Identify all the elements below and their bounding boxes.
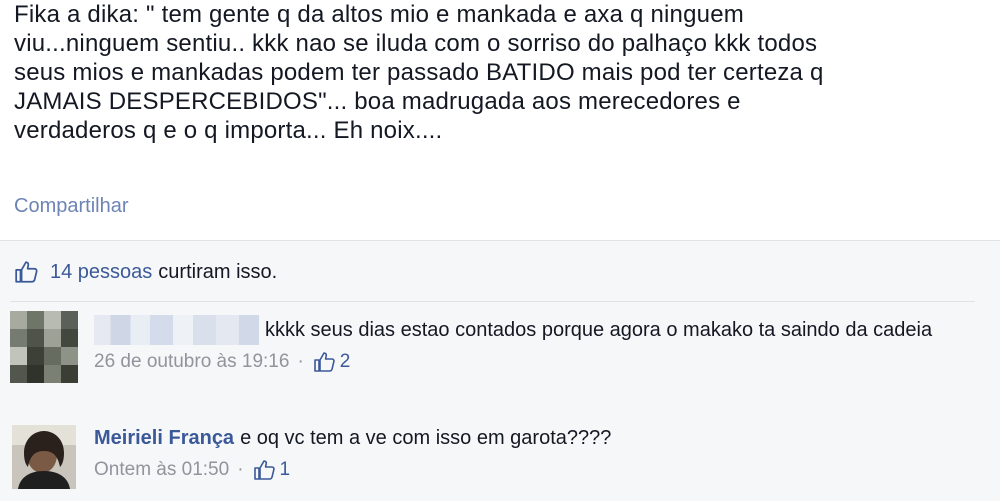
thumbs-up-icon	[15, 261, 38, 283]
comment-author-blurred[interactable]	[94, 315, 259, 345]
avatar[interactable]	[12, 425, 76, 489]
likes-suffix: curtiram isso.	[158, 260, 278, 283]
thumbs-up-icon	[253, 460, 275, 480]
comment: Meirieli França e oq vc tem a ve com isso…	[10, 423, 975, 493]
meta-separator: ·	[297, 351, 304, 372]
meta-separator: ·	[237, 459, 244, 480]
thumbs-up-icon	[313, 352, 335, 372]
comment-meta: Ontem às 01:50 · 1	[94, 455, 964, 485]
feedback-section: 14 pessoas curtiram isso. kkkk seus dias…	[0, 240, 1000, 501]
comment-timestamp[interactable]: Ontem às 01:50	[94, 455, 229, 485]
post: Fika a dika: " tem gente q da altos mio …	[0, 0, 1000, 240]
comment-timestamp[interactable]: 26 de outubro às 19:16	[94, 347, 289, 377]
post-text: Fika a dika: " tem gente q da altos mio …	[14, 1, 824, 144]
comment-like-count[interactable]: 2	[312, 347, 351, 377]
comment-author[interactable]: Meirieli França	[94, 427, 234, 449]
comment-like-number: 1	[279, 459, 291, 480]
likes-count-link[interactable]: 14 pessoas	[50, 261, 152, 284]
comment-text: kkkk seus dias estao contados porque ago…	[265, 319, 933, 341]
comment-meta: 26 de outubro às 19:16 · 2	[94, 347, 964, 377]
avatar[interactable]	[10, 311, 78, 383]
divider	[10, 301, 975, 302]
share-link[interactable]: Compartilhar	[14, 195, 128, 218]
comment-like-number: 2	[339, 351, 351, 372]
likes-row: 14 pessoas curtiram isso.	[14, 257, 277, 287]
comment-body: kkkk seus dias estao contados porque ago…	[94, 315, 964, 377]
comment: kkkk seus dias estao contados porque ago…	[10, 311, 975, 411]
comment-text: e oq vc tem a ve com isso em garota????	[240, 427, 612, 449]
comment-like-count[interactable]: 1	[252, 455, 291, 485]
comment-body: Meirieli França e oq vc tem a ve com isso…	[94, 423, 964, 485]
